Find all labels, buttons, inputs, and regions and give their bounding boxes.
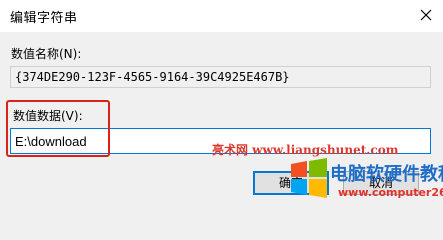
close-icon [420,9,432,21]
value-name-field: {374DE290-123F-4565-9164-39C4925E467B} [10,66,431,88]
windows-logo-icon [289,158,329,198]
title-bar[interactable]: 编辑字符串 [0,0,443,32]
edit-string-dialog: 编辑字符串 数值名称(N): {374DE290-123F-4565-9164-… [0,0,443,211]
watermark-title: 电脑软硬件教程网 [330,164,443,185]
value-data-label: 数值数据(V): [13,109,83,123]
watermark-site-text: 亮术网 www.liangshunet.com [212,143,399,157]
close-button[interactable] [409,0,443,30]
dialog-title: 编辑字符串 [10,11,78,26]
watermark-url: www.computer26.com [338,186,443,199]
value-name-label: 数值名称(N): [11,47,82,61]
